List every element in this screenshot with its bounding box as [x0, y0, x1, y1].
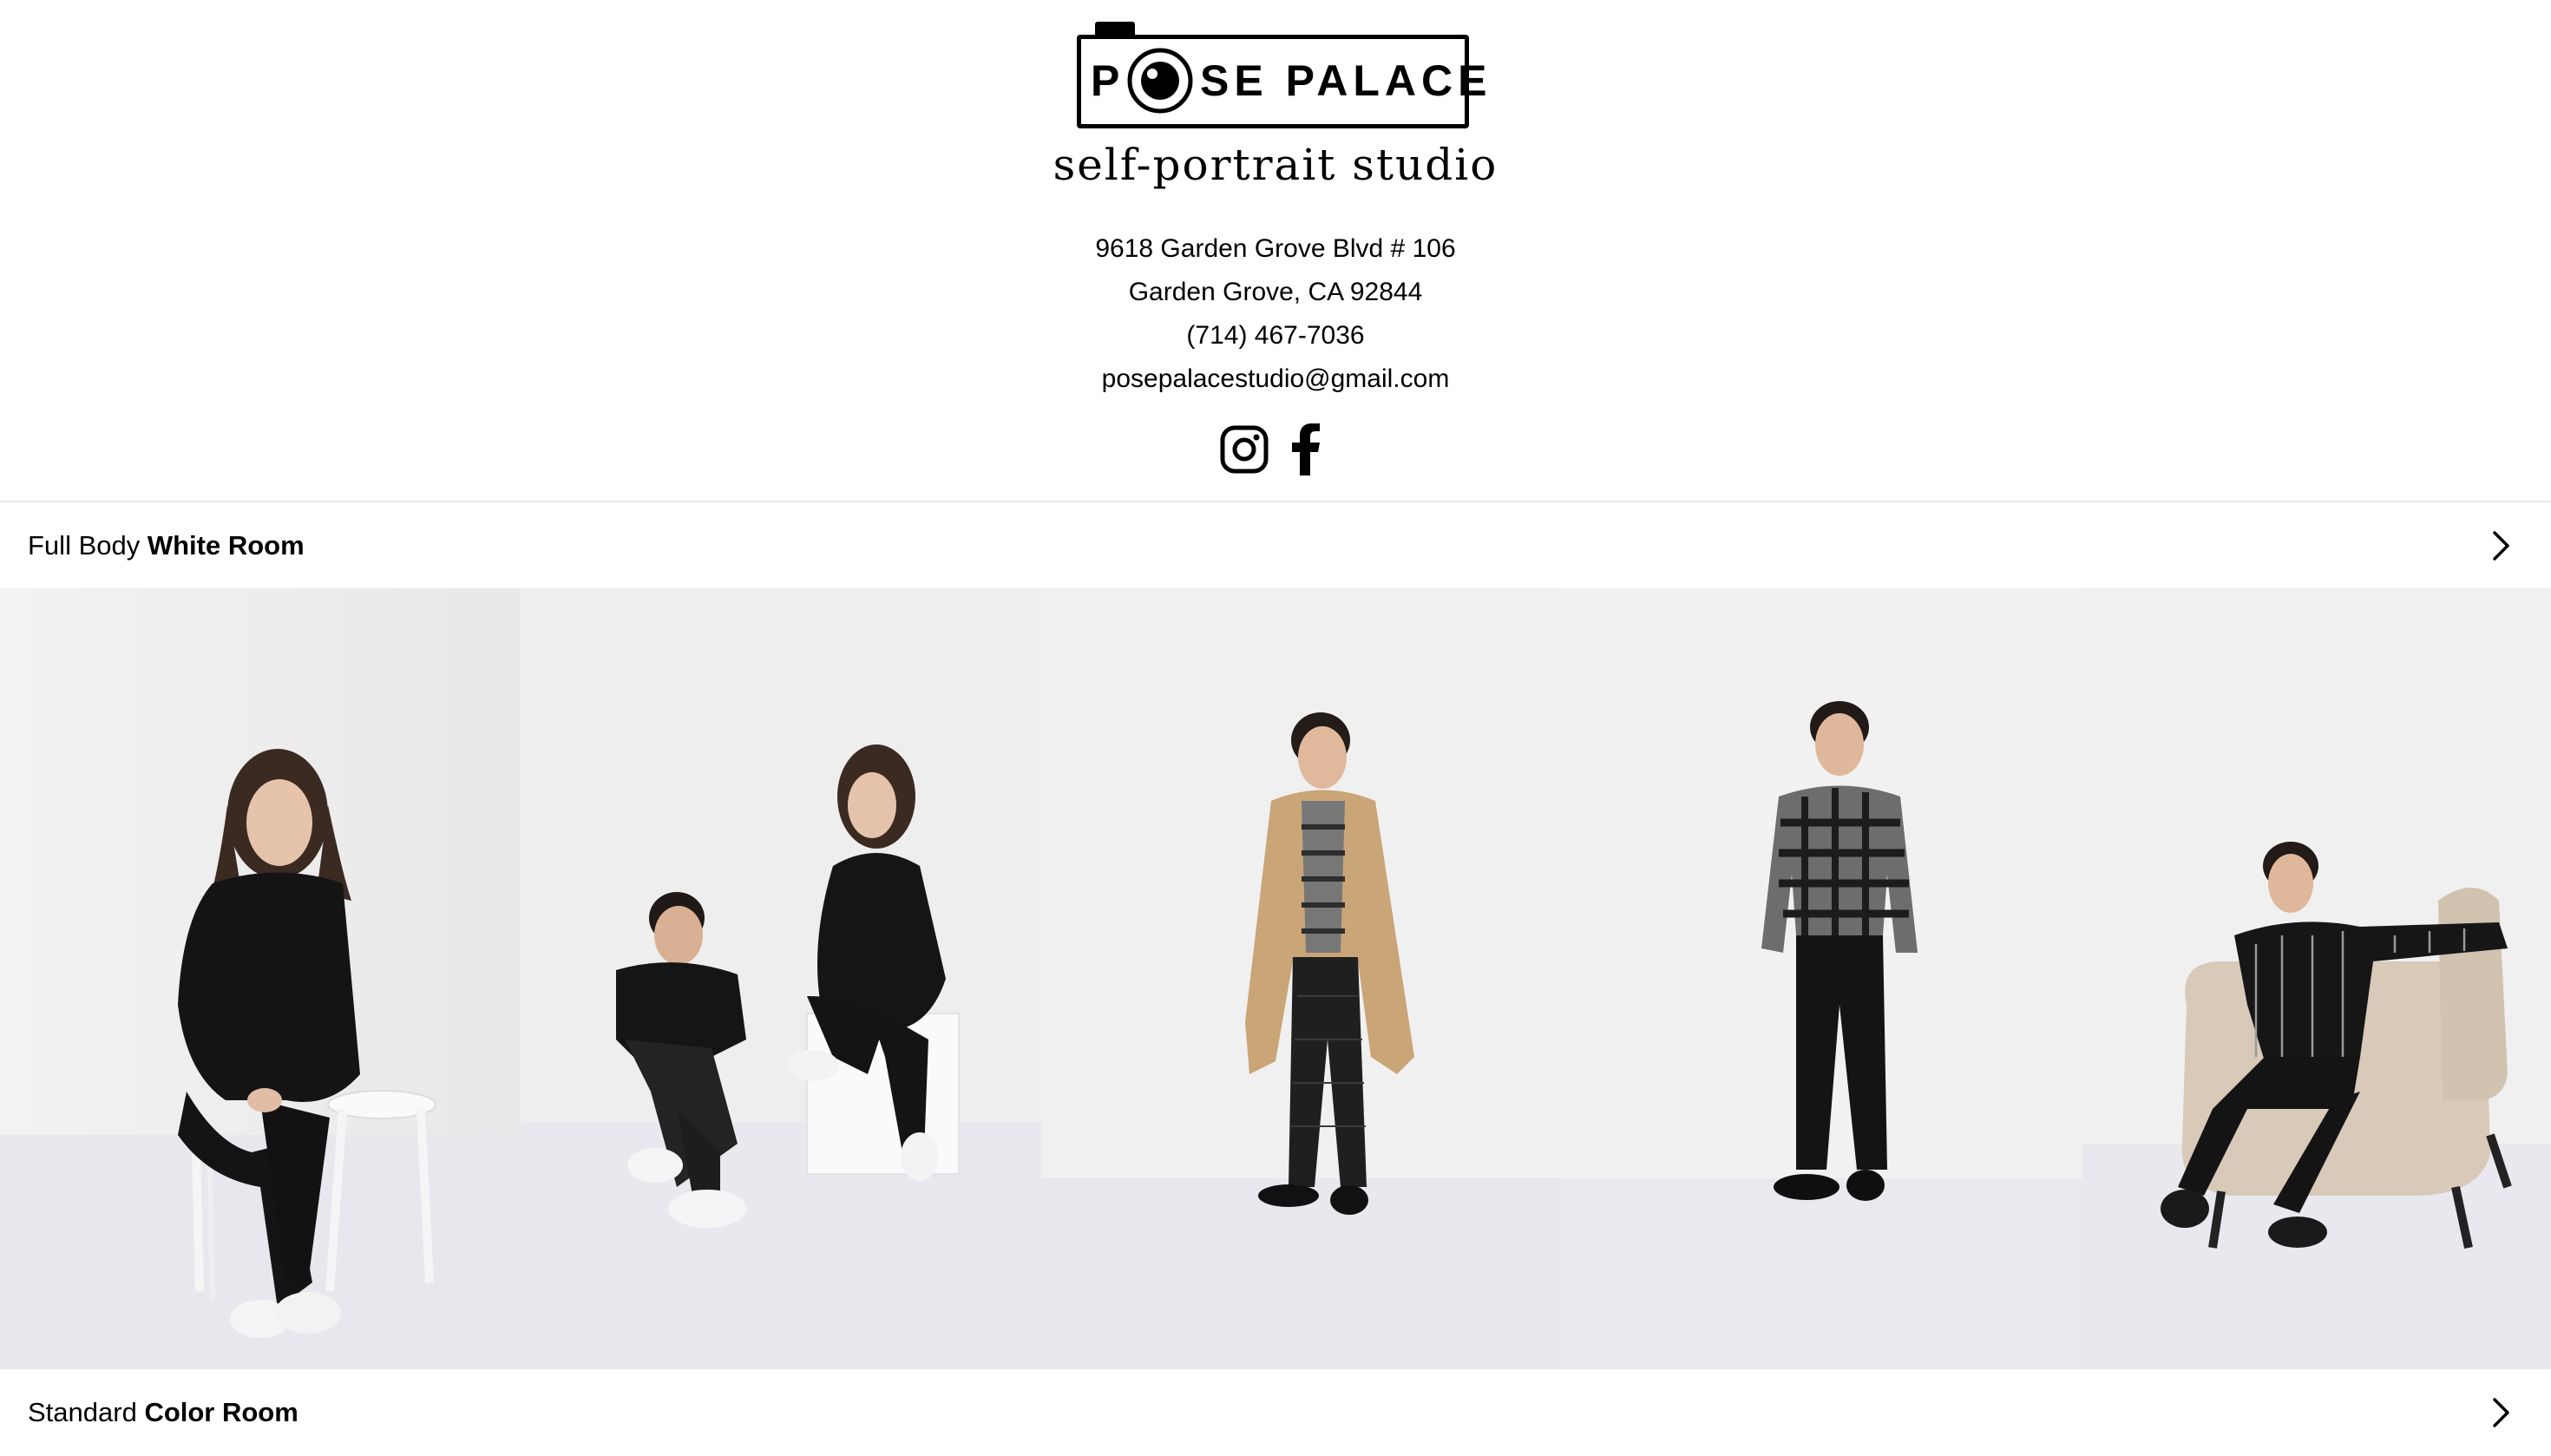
gallery-photo-5[interactable] [2082, 588, 2551, 1369]
chevron-right-icon[interactable] [2485, 530, 2516, 561]
phone-number[interactable]: (714) 467-7036 [1015, 314, 1536, 357]
section-title: Full Body White Room [28, 502, 305, 589]
section-title-regular: Full Body [28, 530, 148, 561]
gallery-photo-3[interactable] [1041, 588, 1562, 1369]
email-address[interactable]: posepalacestudio@gmail.com [1015, 357, 1536, 401]
contact-block: 9618 Garden Grove Blvd # 106 Garden Grov… [1015, 227, 1536, 401]
pose-palace-logo[interactable]: P SE PALACE [1077, 22, 1486, 136]
studio-tagline: self-portrait studio [1053, 140, 1498, 190]
address-line-1: 9618 Garden Grove Blvd # 106 [1095, 234, 1456, 263]
facebook-icon[interactable] [1288, 423, 1322, 475]
camera-lens-icon [1127, 48, 1193, 114]
gallery-photo-2[interactable] [521, 588, 1041, 1369]
photo-gallery [0, 588, 2551, 1369]
gallery-photo-4[interactable] [1562, 588, 2082, 1369]
logo-letter-p: P [1091, 56, 1125, 105]
section-title-bold: White Room [147, 530, 305, 561]
section-full-body-white-room[interactable]: Full Body White Room [0, 502, 2551, 589]
logo-wordmark: SE PALACE [1200, 56, 1492, 105]
section-title: Standard Color Room [28, 1369, 298, 1456]
section-title-bold: Color Room [144, 1397, 298, 1427]
section-standard-color-room[interactable]: Standard Color Room [0, 1369, 2551, 1456]
section-title-regular: Standard [28, 1397, 145, 1427]
instagram-icon[interactable] [1220, 425, 1269, 474]
logo-camera-tab [1095, 22, 1135, 36]
chevron-right-icon[interactable] [2485, 1397, 2516, 1428]
social-links [1215, 420, 1336, 475]
site-header: P SE PALACE self-portrait studio 9618 Ga… [0, 0, 2551, 500]
gallery-photo-1[interactable] [0, 588, 521, 1369]
address-line-2: Garden Grove, CA 92844 [1128, 278, 1423, 306]
